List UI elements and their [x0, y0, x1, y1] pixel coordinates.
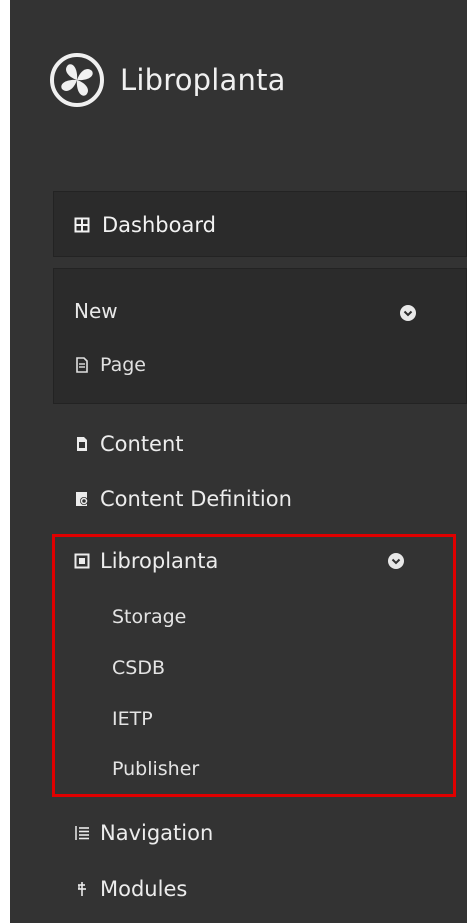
nav-item-navigation-label: Navigation	[100, 821, 214, 845]
chevron-down-icon[interactable]	[400, 305, 416, 321]
nav-item-modules[interactable]: Modules	[74, 869, 187, 909]
libroplanta-item-csdb[interactable]: CSDB	[112, 652, 165, 684]
brand-header[interactable]: Libroplanta	[48, 50, 286, 110]
libroplanta-item-storage[interactable]: Storage	[112, 601, 186, 633]
content-definition-icon	[76, 492, 88, 506]
nav-item-libroplanta[interactable]: Libroplanta	[74, 541, 218, 581]
dashboard-label: Dashboard	[102, 213, 216, 237]
nav-item-content-definition[interactable]: Content Definition	[74, 479, 292, 519]
chevron-down-icon[interactable]	[388, 553, 404, 569]
dashboard-grid-icon	[74, 217, 90, 233]
libroplanta-item-publisher[interactable]: Publisher	[112, 753, 199, 785]
new-menu-title[interactable]: New	[74, 299, 118, 323]
new-page-label: Page	[100, 354, 146, 376]
new-page-item[interactable]: Page	[74, 354, 146, 376]
brand-name: Libroplanta	[120, 63, 286, 97]
page-icon	[76, 357, 88, 373]
nav-item-content[interactable]: Content	[74, 424, 184, 464]
dashboard-item[interactable]: Dashboard	[53, 191, 467, 257]
libroplanta-square-icon	[74, 553, 90, 569]
nav-item-modules-label: Modules	[100, 877, 188, 901]
new-menu: New Page	[53, 268, 467, 404]
libroplanta-logo-icon	[50, 53, 104, 107]
content-icon	[77, 437, 87, 451]
nav-item-content-definition-label: Content Definition	[100, 487, 292, 511]
nav-item-navigation[interactable]: Navigation	[74, 813, 213, 853]
sidebar: Libroplanta Dashboard New Page Content C…	[10, 0, 467, 923]
nav-item-content-label: Content	[100, 432, 184, 456]
modules-plug-icon	[78, 882, 86, 896]
nav-item-libroplanta-label: Libroplanta	[100, 549, 219, 573]
navigation-list-icon	[75, 826, 89, 840]
libroplanta-item-ietp[interactable]: IETP	[112, 703, 153, 735]
